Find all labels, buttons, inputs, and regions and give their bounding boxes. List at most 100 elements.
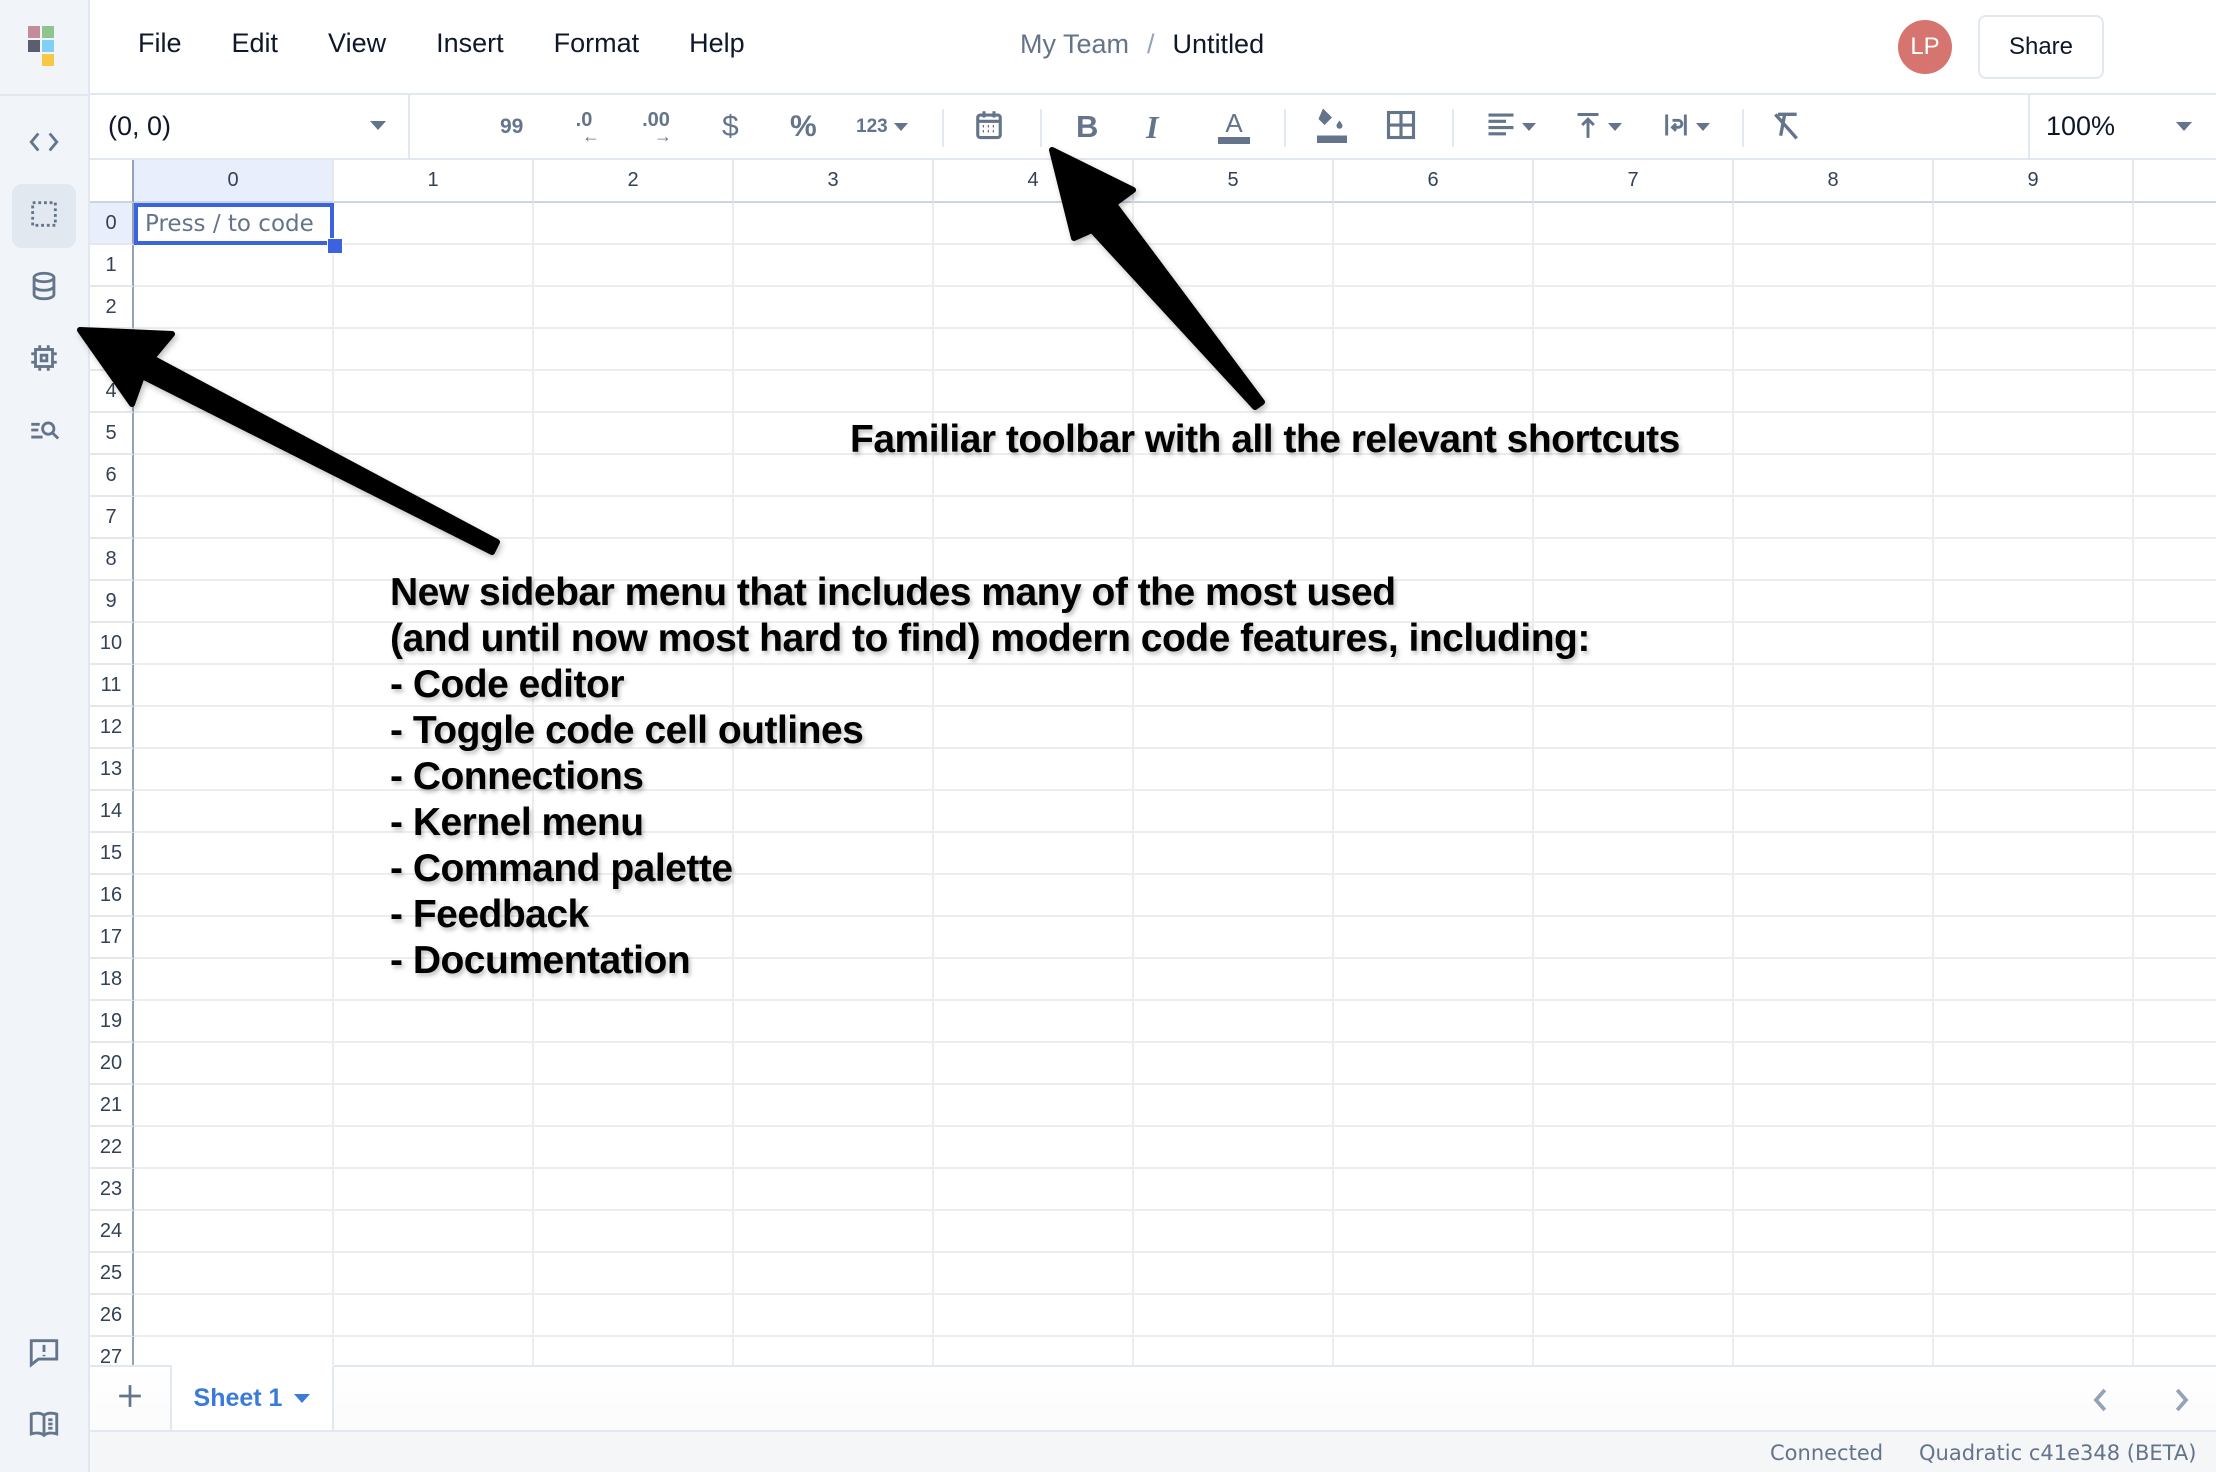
sidebar-item-documentation[interactable] [12,1394,76,1458]
clear-formatting-button[interactable] [1770,105,1802,149]
zoom-value: 100% [2046,111,2116,141]
row-header[interactable]: 0 [90,203,134,245]
menu-view[interactable]: View [328,28,386,59]
sidebar-item-code-cell-outlines[interactable] [12,184,76,248]
align-left-icon [1486,110,1516,145]
row-header[interactable]: 17 [90,917,134,959]
horizontal-align-dropdown[interactable] [1486,105,1536,149]
row-header[interactable]: 15 [90,833,134,875]
row-header[interactable]: 14 [90,791,134,833]
clear-format-icon [1770,109,1802,146]
row-header[interactable]: 19 [90,1001,134,1043]
chevron-down-icon[interactable] [294,1394,311,1403]
row-header[interactable]: 25 [90,1253,134,1295]
quadratic-logo[interactable] [28,26,58,68]
row-gridline [134,243,2216,245]
scroll-tabs-right-button[interactable] [2166,1385,2196,1415]
text-color-button[interactable]: A [1218,105,1250,149]
sidebar-item-code-editor[interactable] [12,112,76,176]
row-header[interactable]: 21 [90,1085,134,1127]
row-header[interactable]: 27 [90,1337,134,1365]
breadcrumb-separator: / [1147,29,1155,59]
zoom-dropdown[interactable]: 100% [2028,95,2216,158]
text-wrap-dropdown[interactable] [1662,105,1710,149]
row-header[interactable]: 6 [90,455,134,497]
row-header[interactable]: 18 [90,959,134,1001]
row-header[interactable]: 24 [90,1211,134,1253]
row-header[interactable]: 20 [90,1043,134,1085]
sidebar-item-connections[interactable] [12,256,76,320]
row-header[interactable]: 7 [90,497,134,539]
quote-format-button[interactable]: 99 [500,105,523,149]
sidebar-item-feedback[interactable] [12,1322,76,1386]
row-header[interactable]: 10 [90,623,134,665]
number-format-dropdown[interactable]: 123 [856,105,908,149]
wrap-text-icon [1662,110,1690,145]
borders-button[interactable] [1386,105,1416,149]
row-gridline [134,999,2216,1001]
chevron-down-icon[interactable] [370,121,386,130]
file-name[interactable]: Untitled [1173,29,1265,60]
row-header[interactable]: 13 [90,749,134,791]
row-header[interactable]: 23 [90,1169,134,1211]
column-header[interactable]: 8 [1734,160,1934,203]
breadcrumb-team[interactable]: My Team [1020,29,1129,60]
plus-icon [117,1383,143,1414]
annotation-line: - Kernel menu [390,801,644,844]
row-gridline [134,1251,2216,1253]
row-header[interactable]: 2 [90,287,134,329]
currency-format-button[interactable]: $ [722,105,739,149]
chevron-left-icon [2086,1388,2116,1419]
menu-help[interactable]: Help [689,28,745,59]
row-header[interactable]: 8 [90,539,134,581]
row-header[interactable]: 11 [90,665,134,707]
vertical-align-dropdown[interactable] [1574,105,1622,149]
sidebar-item-command-palette[interactable] [12,400,76,464]
column-header[interactable]: 4 [934,160,1134,203]
row-header[interactable]: 26 [90,1295,134,1337]
chevron-down-icon [1522,123,1536,131]
scroll-tabs-left-button[interactable] [2086,1385,2116,1415]
column-header[interactable]: 2 [534,160,734,203]
row-header[interactable]: 16 [90,875,134,917]
menu-insert[interactable]: Insert [436,28,504,59]
sidebar-item-kernel-menu[interactable] [12,328,76,392]
italic-button[interactable]: I [1146,105,1158,149]
decrease-decimals-button[interactable]: .0 ← [568,105,600,149]
column-header[interactable]: 10 [2134,160,2216,203]
row-header[interactable]: 5 [90,413,134,455]
add-sheet-button[interactable] [90,1365,172,1430]
row-header[interactable]: 12 [90,707,134,749]
date-format-button[interactable] [974,105,1004,149]
grid-corner[interactable] [90,160,134,203]
column-header[interactable]: 3 [734,160,934,203]
share-button[interactable]: Share [1978,15,2104,79]
column-header[interactable]: 6 [1334,160,1534,203]
percent-format-button[interactable]: % [790,105,817,149]
menu-format[interactable]: Format [554,28,640,59]
breadcrumb: My Team / Untitled [1020,29,1264,60]
column-header[interactable]: 1 [334,160,534,203]
menu-file[interactable]: File [138,28,182,59]
increase-decimals-button[interactable]: .00 → [640,105,672,149]
fill-handle[interactable] [327,238,343,254]
user-avatar[interactable]: LP [1898,20,1952,74]
row-header[interactable]: 9 [90,581,134,623]
sheet-tab[interactable]: Sheet 1 [172,1365,334,1430]
column-header[interactable]: 9 [1934,160,2134,203]
row-header[interactable]: 22 [90,1127,134,1169]
row-header[interactable]: 1 [90,245,134,287]
row-header[interactable]: 3 [90,329,134,371]
column-header[interactable]: 0 [134,160,334,203]
bold-button[interactable]: B [1076,105,1098,149]
annotation-line: - Toggle code cell outlines [390,709,864,752]
column-header[interactable]: 5 [1134,160,1334,203]
row-gridline [134,1125,2216,1127]
row-header[interactable]: 4 [90,371,134,413]
cell-reference-input[interactable]: (0, 0) [90,95,410,158]
selected-cell[interactable]: Press / to code [134,203,334,245]
menu-edit[interactable]: Edit [232,28,279,59]
column-header[interactable]: 7 [1534,160,1734,203]
chevron-down-icon [1696,123,1710,131]
fill-color-button[interactable] [1314,105,1350,149]
